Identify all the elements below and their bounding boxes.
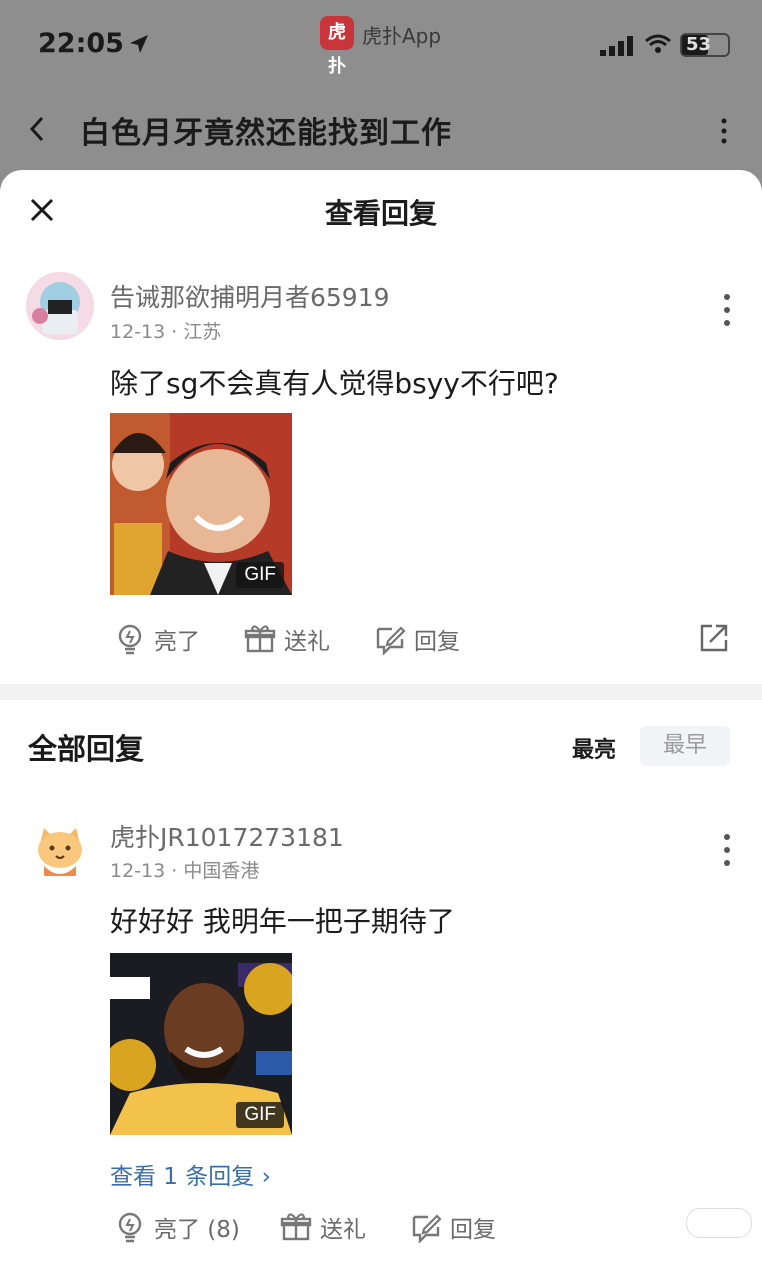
tiger-avatar-image — [30, 820, 90, 880]
edit-reply-icon — [376, 626, 406, 655]
light-button[interactable]: 亮了 (8) — [114, 1210, 240, 1244]
app-name: 虎扑App — [362, 24, 442, 48]
gif-badge: GIF — [236, 562, 284, 588]
avatar-image — [26, 272, 94, 340]
light-button[interactable]: 亮了 — [114, 622, 200, 656]
gift-label: 送礼 — [284, 629, 330, 655]
view-replies-link[interactable]: 查看 1 条回复 › — [110, 1157, 271, 1191]
lightbulb-icon — [118, 624, 142, 655]
watermark — [686, 1208, 752, 1238]
gift-button[interactable]: 送礼 — [244, 622, 330, 656]
sheet-title: 查看回复 — [324, 197, 437, 230]
more-options-icon[interactable] — [722, 832, 732, 868]
gif-badge: GIF — [236, 1102, 284, 1128]
section-divider — [0, 684, 762, 700]
comment-username[interactable]: 告诫那欲捕明月者65919 — [110, 278, 390, 314]
reply-meta: 12-13 · 中国香港 — [110, 860, 260, 882]
gift-label: 送礼 — [320, 1217, 366, 1243]
reply-button[interactable]: 回复 — [410, 1210, 496, 1244]
wifi-icon — [645, 34, 671, 53]
gif-image[interactable]: GIF — [110, 953, 292, 1135]
gift-button[interactable]: 送礼 — [280, 1210, 366, 1244]
reply-username[interactable]: 虎扑JR1017273181 — [110, 818, 344, 854]
light-label: 亮了 (8) — [154, 1217, 240, 1243]
share-icon[interactable] — [698, 622, 730, 654]
all-replies-title: 全部回复 — [28, 732, 145, 766]
cellular-signal-icon — [600, 36, 633, 56]
comment-meta: 12-13 · 江苏 — [110, 321, 222, 343]
location-arrow-icon — [130, 35, 148, 53]
reply-text: 好好好 我明年一把子期待了 — [110, 905, 455, 938]
battery-indicator: 53 — [680, 33, 730, 57]
light-label: 亮了 — [154, 629, 200, 655]
page-title: 白色月牙竟然还能找到工作 — [80, 116, 452, 151]
avatar[interactable] — [30, 820, 90, 880]
avatar[interactable] — [26, 272, 94, 340]
edit-reply-icon — [412, 1214, 442, 1243]
back-arrow-icon[interactable] — [24, 112, 50, 146]
sort-hottest-tab[interactable]: 最亮 — [572, 732, 616, 764]
gif-image[interactable]: GIF — [110, 413, 292, 595]
reply-label: 回复 — [450, 1217, 496, 1243]
comment-text: 除了sg不会真有人觉得bsyy不行吧? — [110, 367, 559, 400]
status-time: 22:05 — [38, 28, 124, 59]
more-options-icon[interactable] — [714, 116, 734, 146]
gift-icon — [280, 1213, 312, 1241]
sort-earliest-tab[interactable]: 最早 — [640, 726, 730, 766]
gift-icon — [244, 625, 276, 653]
reply-label: 回复 — [414, 629, 460, 655]
lightbulb-icon — [118, 1212, 142, 1243]
more-options-icon[interactable] — [722, 292, 732, 328]
app-logo: 虎扑 — [320, 16, 354, 77]
reply-button[interactable]: 回复 — [374, 622, 460, 656]
battery-percent: 53 — [686, 34, 712, 55]
